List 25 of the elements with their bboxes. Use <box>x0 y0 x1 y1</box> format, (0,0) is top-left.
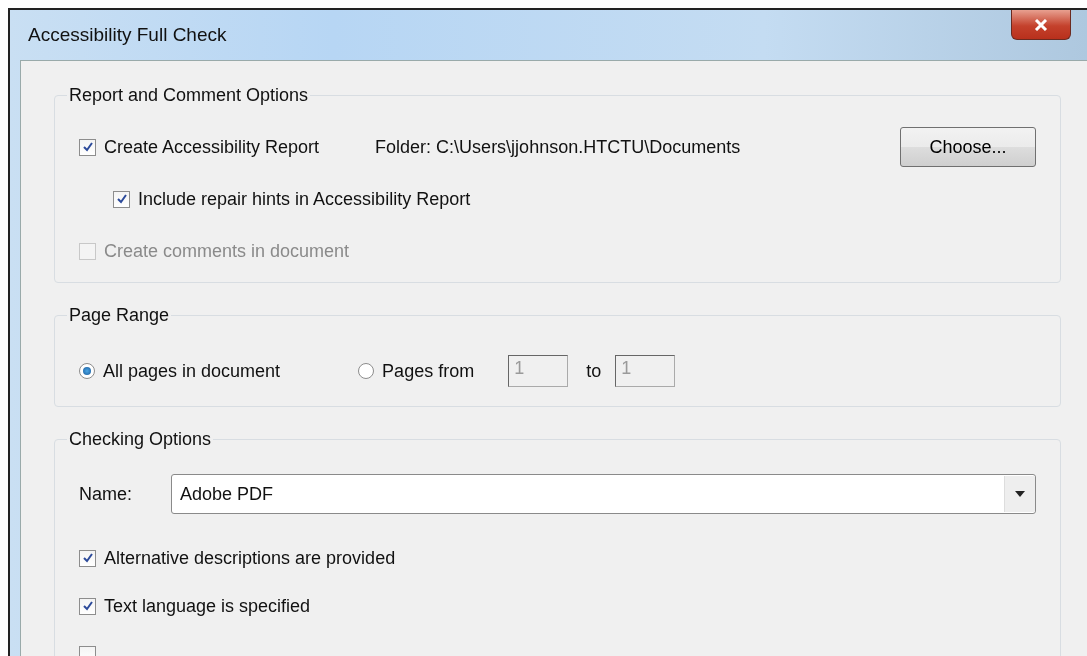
checkbox-label: Alternative descriptions are provided <box>104 547 396 569</box>
checkbox[interactable] <box>113 190 130 208</box>
radio-button[interactable] <box>358 363 375 379</box>
dropdown-arrow-icon <box>1015 491 1025 497</box>
checkbox[interactable] <box>79 549 96 567</box>
checkbox-label: Include repair hints in Accessibility Report <box>138 188 471 210</box>
checkbox-label: Create Accessibility Report <box>104 136 320 158</box>
radio-label: All pages in document <box>103 360 281 382</box>
group-title: Report and Comment Options <box>68 85 310 106</box>
checkbox-label: Create comments in document <box>104 240 350 262</box>
close-button[interactable] <box>1011 10 1071 40</box>
radio-button[interactable] <box>79 363 95 379</box>
checkbox[interactable] <box>79 138 96 156</box>
name-label: Name: <box>79 483 133 505</box>
checkbox[interactable] <box>79 597 96 615</box>
folder-path: Folder: C:\Users\jjohnson.HTCTU\Documents <box>375 136 741 158</box>
choose-button[interactable]: Choose... <box>900 127 1036 167</box>
window-title: Accessibility Full Check <box>28 24 227 46</box>
radio-label: Pages from <box>382 360 475 382</box>
group-title: Page Range <box>68 305 171 326</box>
close-icon <box>1034 18 1048 31</box>
group-title: Checking Options <box>68 429 213 450</box>
checkbox-label: Text language is specified <box>104 595 311 617</box>
name-dropdown[interactable]: Adobe PDF <box>171 474 1036 514</box>
to-label: to <box>586 360 602 382</box>
